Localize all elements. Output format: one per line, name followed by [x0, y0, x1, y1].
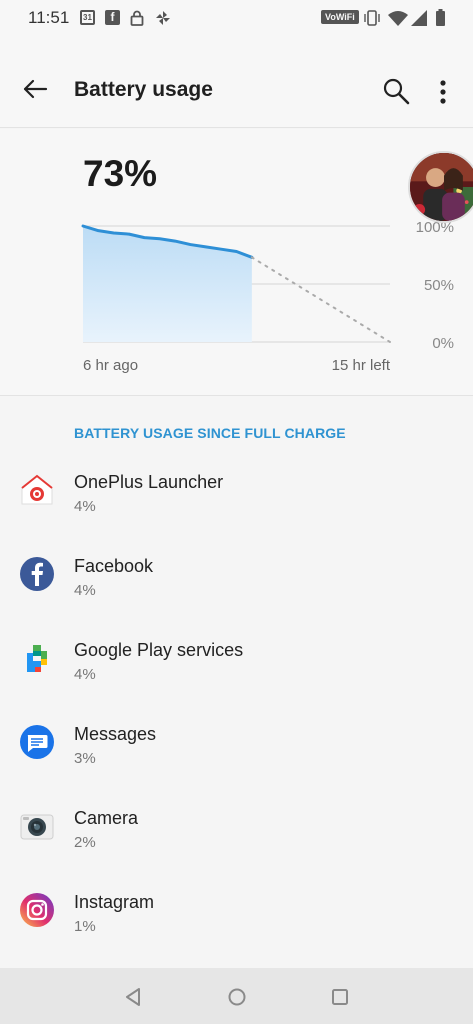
chat-head-avatar[interactable]	[408, 151, 473, 223]
app-name: Messages	[74, 724, 157, 744]
y-tick-label: 0%	[432, 335, 454, 352]
app-name: Instagram	[74, 892, 155, 912]
app-name: Camera	[74, 808, 139, 828]
app-percent: 4%	[74, 582, 96, 599]
nav-home-icon[interactable]	[224, 984, 250, 1010]
facebook-icon	[20, 557, 54, 591]
camera-icon	[20, 814, 54, 840]
app-percent: 4%	[74, 498, 96, 515]
app-name: Facebook	[74, 556, 154, 576]
usage-area	[83, 226, 252, 342]
battery-chart: 100% 50% 0%	[81, 219, 454, 352]
projection-line	[250, 256, 391, 343]
list-item-oneplus-launcher[interactable]: OnePlus Launcher 4%	[0, 450, 473, 534]
battery-icon	[436, 9, 445, 26]
more-vert-icon[interactable]	[426, 72, 460, 112]
messages-icon	[20, 725, 54, 759]
chart-end-label: 15 hr left	[331, 357, 390, 374]
status-bar: 11:51 31 f VoWiFi	[0, 0, 473, 36]
section-header: BATTERY USAGE SINCE FULL CHARGE	[74, 425, 346, 441]
app-bar: Battery usage	[0, 36, 473, 128]
wifi-icon	[388, 11, 408, 26]
instagram-icon	[20, 893, 54, 927]
chart-start-label: 6 hr ago	[83, 357, 139, 374]
calendar-icon: 31	[80, 10, 95, 25]
battery-summary: 73% 100% 50% 0% 6 hr ago 15 hr left	[0, 129, 473, 396]
signal-icon	[411, 10, 427, 26]
status-time: 11:51	[28, 8, 70, 27]
nav-recents-icon[interactable]	[327, 984, 353, 1010]
navigation-bar	[0, 968, 473, 1024]
list-item-camera[interactable]: Camera 2%	[0, 786, 473, 870]
list-item-messages[interactable]: Messages 3%	[0, 702, 473, 786]
list-item-facebook[interactable]: Facebook 4%	[0, 534, 473, 618]
list-item-instagram[interactable]: Instagram 1%	[0, 870, 473, 954]
search-icon[interactable]	[376, 72, 416, 112]
app-name: OnePlus Launcher	[74, 472, 224, 492]
lock-icon	[130, 10, 144, 26]
vibrate-icon	[364, 10, 380, 26]
app-percent: 1%	[74, 918, 96, 935]
list-item-google-play-services[interactable]: Google Play services 4%	[0, 618, 473, 702]
app-percent: 3%	[74, 750, 96, 767]
google-play-services-icon	[27, 645, 47, 672]
app-name: Google Play services	[74, 640, 244, 660]
app-percent: 4%	[74, 666, 96, 683]
back-arrow-icon[interactable]	[14, 68, 56, 110]
y-tick-label: 50%	[424, 277, 454, 294]
page-title: Battery usage	[74, 78, 213, 101]
pinwheel-icon	[156, 11, 170, 25]
facebook-notification-icon: f	[105, 10, 120, 25]
nav-back-icon[interactable]	[120, 984, 146, 1010]
vowifi-icon: VoWiFi	[321, 10, 359, 24]
oneplus-launcher-icon	[21, 474, 53, 505]
app-percent: 2%	[74, 834, 96, 851]
